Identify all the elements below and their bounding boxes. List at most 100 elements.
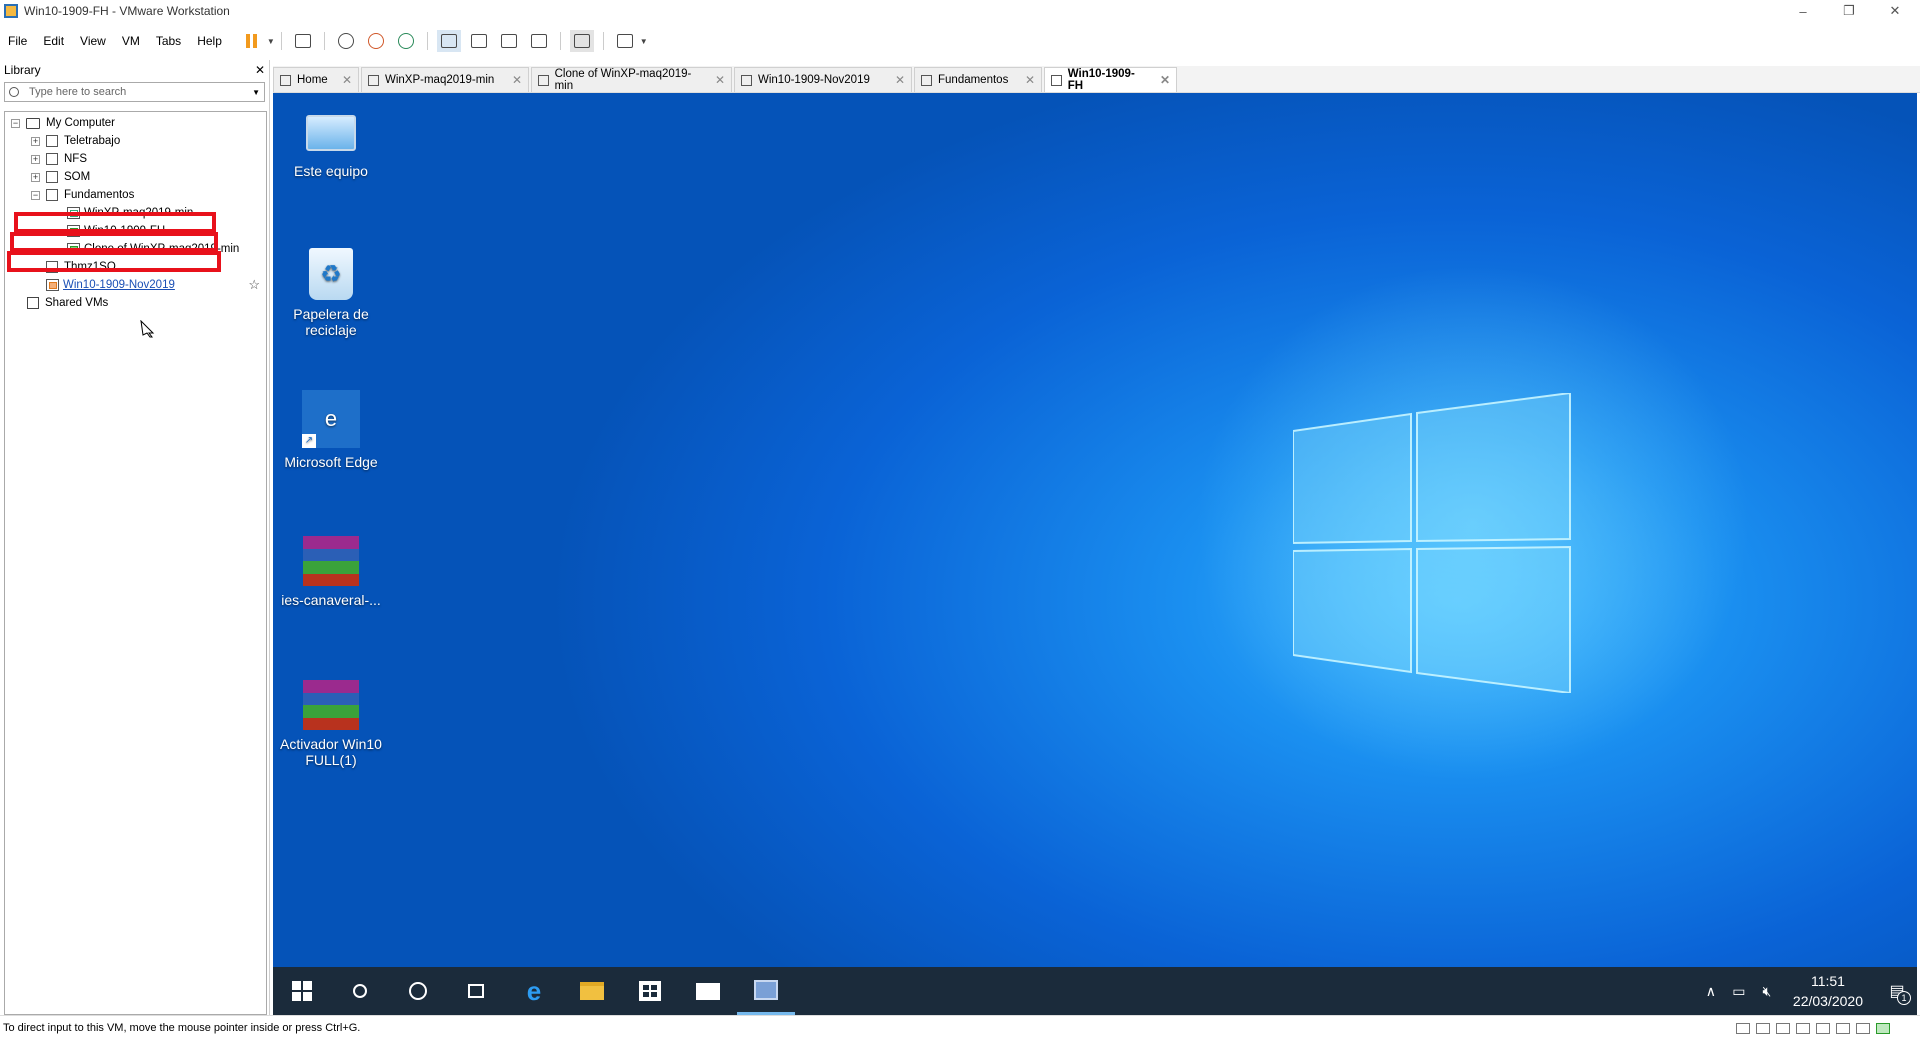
file-explorer-icon xyxy=(580,982,604,1000)
volume-muted-icon[interactable]: 🔇︎ xyxy=(1753,983,1781,1000)
menu-tabs[interactable]: Tabs xyxy=(148,34,189,48)
tab-close-icon[interactable]: ✕ xyxy=(1148,73,1170,87)
full-screen-button[interactable] xyxy=(497,30,521,52)
show-hidden-icons-icon[interactable]: ∧ xyxy=(1697,983,1725,1000)
tab-close-icon[interactable]: ✕ xyxy=(500,73,522,87)
cortana-button[interactable] xyxy=(389,967,447,1015)
expand-icon[interactable]: + xyxy=(31,172,40,182)
tab-win10-1909-fh[interactable]: Win10-1909-FH ✕ xyxy=(1044,67,1177,92)
action-center-button[interactable]: ▤ 1 xyxy=(1877,981,1917,1005)
thumbnail-bar-button[interactable] xyxy=(467,30,491,52)
winrar-archive-icon xyxy=(303,680,359,730)
tree-item-teletrabajo[interactable]: + Teletrabajo xyxy=(5,132,266,150)
display-icon[interactable] xyxy=(1856,1022,1870,1034)
start-button[interactable] xyxy=(273,967,331,1015)
expand-icon[interactable]: + xyxy=(31,154,40,164)
unity-button[interactable] xyxy=(527,30,551,52)
tab-close-icon[interactable]: ✕ xyxy=(883,73,905,87)
windows-wallpaper-logo xyxy=(1293,393,1571,693)
tree-item-label: NFS xyxy=(64,153,87,165)
revert-snapshot-button[interactable] xyxy=(364,30,388,52)
usb-icon[interactable] xyxy=(1836,1022,1850,1034)
taskbar-clock[interactable]: 11:51 22/03/2020 xyxy=(1793,971,1863,1011)
tree-item-win10-1909-nov2019[interactable]: Win10-1909-Nov2019 ☆ xyxy=(5,276,266,294)
tab-clone-of-winxp[interactable]: Clone of WinXP-maq2019-min ✕ xyxy=(531,67,732,92)
menu-vm[interactable]: VM xyxy=(114,34,148,48)
tab-close-icon[interactable]: ✕ xyxy=(703,73,725,87)
snapshot-manager-button[interactable] xyxy=(394,30,418,52)
task-view-button[interactable] xyxy=(447,967,505,1015)
network-adapter-icon[interactable] xyxy=(1776,1022,1790,1034)
taskbar-mail-button[interactable] xyxy=(679,967,737,1015)
hard-disk-icon[interactable] xyxy=(1736,1022,1750,1034)
library-close-icon[interactable]: ✕ xyxy=(255,63,265,77)
desktop-icon-edge[interactable]: e ↗ Microsoft Edge xyxy=(275,390,387,470)
printer-icon[interactable] xyxy=(1796,1022,1810,1034)
close-button[interactable]: ✕ xyxy=(1872,0,1918,22)
show-library-button[interactable] xyxy=(436,30,461,52)
menu-help[interactable]: Help xyxy=(189,34,230,48)
expand-icon[interactable]: + xyxy=(31,136,40,146)
tree-item-label: Shared VMs xyxy=(45,297,109,309)
desktop-icon-ies-canaveral[interactable]: ies-canaveral-... xyxy=(275,536,387,608)
power-dropdown-arrow[interactable]: ▼ xyxy=(267,37,275,46)
tree-item-nfs[interactable]: + NFS xyxy=(5,150,266,168)
tab-home[interactable]: Home ✕ xyxy=(273,67,359,92)
annotation-highlight-box xyxy=(10,232,218,252)
desktop-icon-label: Papelera de reciclaje xyxy=(293,306,369,338)
library-search-input[interactable]: Type here to search ▼ xyxy=(4,82,265,102)
suspend-button[interactable] xyxy=(240,30,264,52)
menu-view[interactable]: View xyxy=(72,34,114,48)
desktop-icon-activador[interactable]: Activador Win10 FULL(1) xyxy=(275,680,387,768)
taskbar-store-button[interactable] xyxy=(621,967,679,1015)
vm-console-screen[interactable]: Este equipo ♻ Papelera de reciclaje e ↗ M… xyxy=(273,93,1917,1015)
folder-icon xyxy=(46,135,58,147)
tree-item-fundamentos[interactable]: − Fundamentos xyxy=(5,186,266,204)
menu-file[interactable]: File xyxy=(0,34,35,48)
desktop-icon-recycle-bin[interactable]: ♻ Papelera de reciclaje xyxy=(275,248,387,338)
device-status-icons xyxy=(1736,1022,1920,1034)
tree-item-shared-vms[interactable]: Shared VMs xyxy=(5,294,266,312)
taskbar-file-explorer-button[interactable] xyxy=(563,967,621,1015)
vmware-app-icon xyxy=(4,4,18,18)
vm-icon xyxy=(1051,74,1062,86)
tree-item-som[interactable]: + SOM xyxy=(5,168,266,186)
cd-dvd-icon[interactable] xyxy=(1756,1022,1770,1034)
menu-edit[interactable]: Edit xyxy=(35,34,72,48)
tree-item-my-computer[interactable]: − My Computer xyxy=(5,114,266,132)
restore-button[interactable]: ❐ xyxy=(1826,0,1872,22)
network-icon[interactable]: ▭ xyxy=(1725,983,1753,1000)
taskbar-edge-button[interactable]: e xyxy=(505,967,563,1015)
tab-close-icon[interactable]: ✕ xyxy=(330,73,352,87)
edge-icon: e ↗ xyxy=(302,390,360,448)
stretch-dropdown-arrow[interactable]: ▼ xyxy=(640,37,648,46)
tab-fundamentos[interactable]: Fundamentos ✕ xyxy=(914,67,1042,92)
tree-item-label: Teletrabajo xyxy=(64,135,121,147)
desktop-icon-este-equipo[interactable]: Este equipo xyxy=(275,105,387,179)
collapse-icon[interactable]: − xyxy=(11,118,20,128)
send-ctrl-alt-del-button[interactable] xyxy=(291,30,315,52)
clock-date: 22/03/2020 xyxy=(1792,993,1863,1009)
stretch-guest-button[interactable] xyxy=(613,30,637,52)
home-icon xyxy=(280,74,291,86)
message-log-icon[interactable] xyxy=(1876,1022,1890,1034)
toolbar-separator xyxy=(559,32,561,50)
annotation-highlight-box xyxy=(7,251,221,272)
taskbar-search-button[interactable] xyxy=(331,967,389,1015)
tree-item-label: SOM xyxy=(64,171,91,183)
vmware-tools-icon xyxy=(754,979,778,1000)
cortana-icon xyxy=(409,982,427,1000)
tab-winxp-maq2019-min[interactable]: WinXP-maq2019-min ✕ xyxy=(361,67,529,92)
snapshot-button[interactable] xyxy=(334,30,358,52)
tab-close-icon[interactable]: ✕ xyxy=(1013,73,1035,87)
console-view-button[interactable] xyxy=(569,30,594,52)
desktop-icon-label: Microsoft Edge xyxy=(284,454,378,470)
tab-win10-1909-nov2019[interactable]: Win10-1909-Nov2019 ✕ xyxy=(734,67,912,92)
taskbar-vmware-tools-button[interactable] xyxy=(737,967,795,1015)
search-dropdown-arrow[interactable]: ▼ xyxy=(252,88,260,97)
minimize-button[interactable]: – xyxy=(1780,0,1826,22)
collapse-icon[interactable]: − xyxy=(31,190,40,200)
favorite-star-icon[interactable]: ☆ xyxy=(248,277,260,293)
folder-icon xyxy=(46,189,58,201)
sound-card-icon[interactable] xyxy=(1816,1022,1830,1034)
